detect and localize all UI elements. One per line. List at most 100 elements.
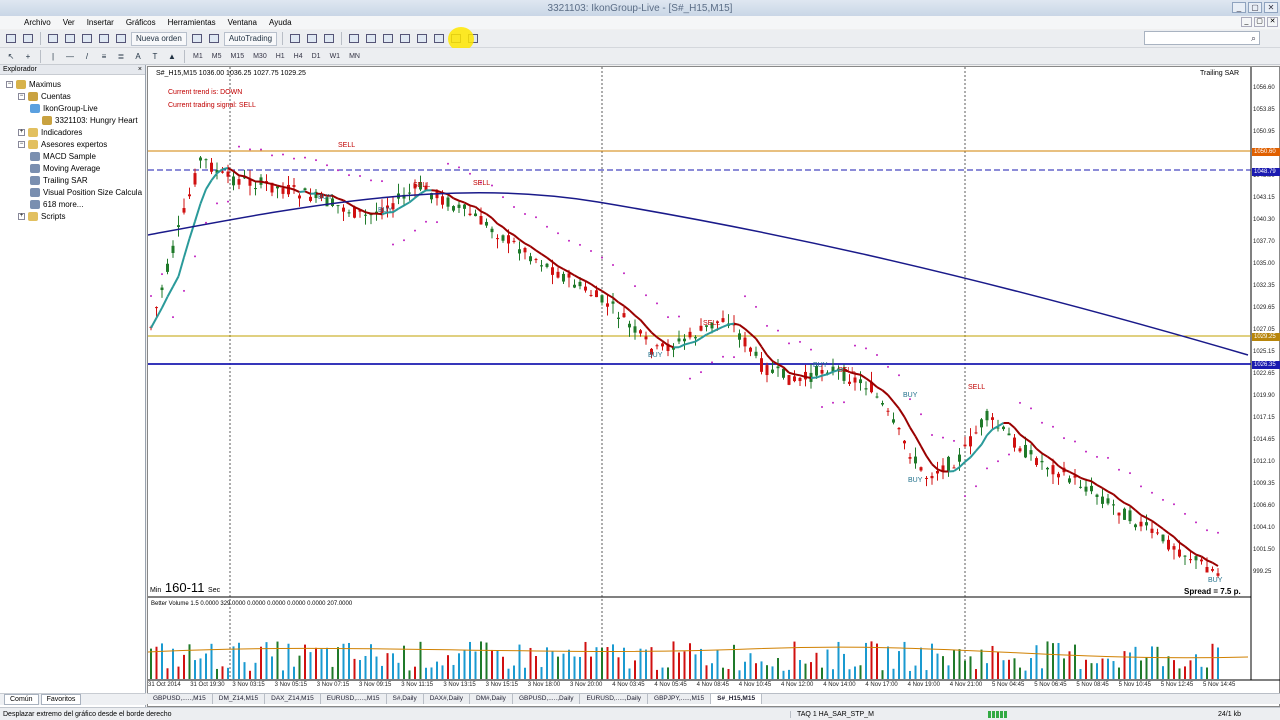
chart-window[interactable]: SELL BUY SELL BUY SELL BUY SELL BUY SELL BUY SELL B…: [147, 66, 1280, 707]
arrows-icon[interactable]: ▲: [165, 49, 179, 63]
chart-tab[interactable]: DAX#,Daily: [424, 694, 470, 704]
menu-ayuda[interactable]: Ayuda: [263, 18, 298, 27]
navigator-icon[interactable]: [80, 32, 94, 46]
history-icon[interactable]: [207, 32, 221, 46]
metaeditor-icon[interactable]: [190, 32, 204, 46]
data-window-icon[interactable]: [63, 32, 77, 46]
strategy-tester-icon[interactable]: [114, 32, 128, 46]
chart-tab[interactable]: DM_Z14,M15: [213, 694, 266, 704]
moving-average-fast: [524, 242, 531, 248]
crosshair-icon[interactable]: +: [21, 49, 35, 63]
candle-body: [177, 225, 180, 227]
close-button[interactable]: ✕: [1264, 2, 1278, 13]
market-watch-icon[interactable]: [46, 32, 60, 46]
tab-comun[interactable]: Común: [4, 694, 39, 705]
chart-tab[interactable]: EURUSD,.....,M15: [321, 694, 387, 704]
doc-restore-button[interactable]: ▢: [1254, 17, 1265, 27]
chart-shift-icon[interactable]: [415, 32, 429, 46]
parabolic-sar-dot: [1151, 491, 1153, 494]
trendline-icon[interactable]: /: [80, 49, 94, 63]
tree-item[interactable]: Trailing SAR: [0, 174, 145, 186]
new-order-button[interactable]: Nueva orden: [131, 31, 187, 46]
candle-body: [947, 456, 950, 471]
tree-item[interactable]: 3321103: Hungry Heart: [0, 114, 145, 126]
signal-label: SELL: [338, 142, 355, 149]
chart-tab[interactable]: DM#,Daily: [470, 694, 513, 704]
moving-average-fast: [1090, 480, 1098, 486]
terminal-icon[interactable]: [97, 32, 111, 46]
tree-item[interactable]: 618 more...: [0, 198, 145, 210]
minimize-button[interactable]: _: [1232, 2, 1246, 13]
text-icon[interactable]: A: [131, 49, 145, 63]
expand-icon[interactable]: +: [18, 212, 25, 220]
chart-tab[interactable]: DAX_Z14,M15: [265, 694, 321, 704]
chart-tab[interactable]: GBPUSD,.....,Daily: [513, 694, 581, 704]
doc-minimize-button[interactable]: _: [1241, 17, 1252, 27]
chart-tab[interactable]: S#,Daily: [387, 694, 424, 704]
menu-archivo[interactable]: Archivo: [18, 18, 57, 27]
menu-insertar[interactable]: Insertar: [81, 18, 120, 27]
timeframe-m15[interactable]: M15: [227, 53, 247, 60]
tree-item[interactable]: − Cuentas: [0, 90, 145, 102]
tree-item[interactable]: MACD Sample: [0, 150, 145, 162]
navigator-close-icon[interactable]: ×: [138, 66, 142, 73]
tab-favoritos[interactable]: Favoritos: [40, 694, 82, 705]
horizontal-line-icon[interactable]: —: [63, 49, 77, 63]
cursor-icon[interactable]: ↖: [4, 49, 18, 63]
signal-label: BUY: [1208, 577, 1223, 584]
timeframe-d1[interactable]: D1: [309, 53, 324, 60]
volume-bar: [315, 647, 317, 679]
volume-bar: [227, 667, 229, 679]
tree-item[interactable]: IkonGroup-Live: [0, 102, 145, 114]
tree-item[interactable]: − Asesores expertos: [0, 138, 145, 150]
volume-bar: [276, 641, 279, 679]
bar-chart-icon[interactable]: [288, 32, 302, 46]
chart-tab[interactable]: S#_H15,M15: [711, 694, 763, 704]
timeframe-h4[interactable]: H4: [291, 53, 306, 60]
indicators-icon[interactable]: [432, 32, 446, 46]
timeframe-m5[interactable]: M5: [209, 53, 225, 60]
vertical-line-icon[interactable]: |: [46, 49, 60, 63]
candle-body: [1084, 486, 1088, 492]
timeframe-h1[interactable]: H1: [273, 53, 288, 60]
zoom-out-icon[interactable]: [364, 32, 378, 46]
expand-icon[interactable]: −: [18, 92, 25, 100]
tree-item[interactable]: + Indicadores: [0, 126, 145, 138]
candle-chart-icon[interactable]: [305, 32, 319, 46]
search-icon[interactable]: ⌕: [1251, 33, 1256, 44]
equidistant-channel-icon[interactable]: ≡: [97, 49, 111, 63]
autotrading-button[interactable]: AutoTrading: [223, 31, 278, 46]
autoscroll-icon[interactable]: [398, 32, 412, 46]
timeframe-mn[interactable]: MN: [346, 53, 363, 60]
menu-ventana[interactable]: Ventana: [222, 18, 263, 27]
timeframe-m1[interactable]: M1: [190, 53, 206, 60]
label-icon[interactable]: T: [148, 49, 162, 63]
tree-item[interactable]: Visual Position Size Calcula: [0, 186, 145, 198]
chart-tab[interactable]: GBPJPY,.....,M15: [648, 694, 712, 704]
chart-tab[interactable]: GBPUSD,.....,M15: [147, 694, 213, 704]
doc-close-button[interactable]: ✕: [1267, 17, 1278, 27]
expand-icon[interactable]: +: [18, 128, 25, 136]
tree-item[interactable]: − Maximus: [0, 78, 145, 90]
maximize-button[interactable]: ▢: [1248, 2, 1262, 13]
tile-windows-icon[interactable]: [381, 32, 395, 46]
zoom-in-icon[interactable]: [347, 32, 361, 46]
price-chart[interactable]: SELL BUY SELL BUY SELL BUY SELL BUY SELL BUY SELL B…: [148, 67, 1280, 694]
timeframe-m30[interactable]: M30: [250, 53, 270, 60]
profiles-icon[interactable]: [21, 32, 35, 46]
new-chart-icon[interactable]: [4, 32, 18, 46]
chart-tab[interactable]: EURUSD,.....,Daily: [580, 694, 649, 704]
time-tick: 3 Nov 07:15: [316, 682, 350, 688]
fibonacci-icon[interactable]: ≣: [114, 49, 128, 63]
volume-bar: [799, 659, 801, 679]
expand-icon[interactable]: −: [6, 80, 13, 88]
menu-ver[interactable]: Ver: [57, 18, 81, 27]
timeframe-w1[interactable]: W1: [327, 53, 344, 60]
expand-icon[interactable]: −: [18, 140, 25, 148]
menu-herramientas[interactable]: Herramientas: [162, 18, 222, 27]
tree-item[interactable]: Moving Average: [0, 162, 145, 174]
line-chart-icon[interactable]: [322, 32, 336, 46]
tree-item[interactable]: + Scripts: [0, 210, 145, 222]
search-input[interactable]: ⌕: [1144, 31, 1260, 45]
menu-graficos[interactable]: Gráficos: [120, 18, 162, 27]
